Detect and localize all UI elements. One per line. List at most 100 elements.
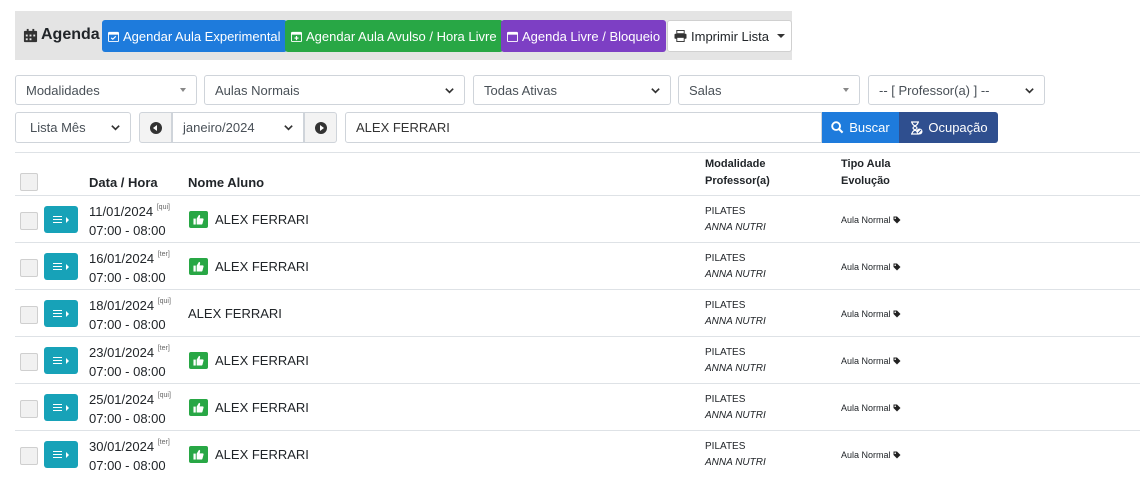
month-select[interactable]: janeiro/2024 bbox=[172, 112, 304, 143]
row-date: 30/01/2024 [ter] bbox=[89, 439, 170, 454]
row-class-type-text: Aula Normal bbox=[841, 309, 891, 319]
search-button[interactable]: Buscar bbox=[822, 112, 899, 143]
aulas-select[interactable]: Aulas Normais bbox=[204, 75, 465, 105]
row-actions-button[interactable] bbox=[44, 441, 78, 468]
row-time: 07:00 - 08:00 bbox=[89, 270, 166, 285]
chevron-down-icon bbox=[111, 125, 120, 131]
row-student-name[interactable]: ALEX FERRARI bbox=[215, 447, 309, 462]
chevron-down-icon bbox=[1025, 88, 1034, 94]
aulas-value: Aulas Normais bbox=[215, 82, 300, 98]
caret-right-icon bbox=[66, 451, 69, 458]
month-value: janeiro/2024 bbox=[183, 120, 255, 135]
menu-icon bbox=[53, 404, 62, 411]
row-class-type: Aula Normal bbox=[841, 450, 901, 460]
row-modalidade: PILATES bbox=[705, 441, 746, 452]
chevron-down-icon bbox=[445, 88, 454, 94]
table-row: 23/01/2024 [ter] 07:00 - 08:00 ALEX FERR… bbox=[15, 336, 1140, 383]
caret-right-icon bbox=[66, 216, 69, 223]
caret-right-icon bbox=[66, 310, 69, 317]
menu-icon bbox=[53, 357, 62, 364]
calendar-icon bbox=[23, 28, 38, 42]
row-date-text: 16/01/2024 bbox=[89, 251, 155, 266]
tag-icon bbox=[893, 404, 901, 412]
table-row: 30/01/2024 [ter] 07:00 - 08:00 ALEX FERR… bbox=[15, 430, 1140, 477]
table-row: 25/01/2024 [qui] 07:00 - 08:00 ALEX FERR… bbox=[15, 383, 1140, 430]
occupancy-button[interactable]: Ocupação bbox=[899, 112, 998, 143]
row-actions-button[interactable] bbox=[44, 300, 78, 327]
student-search-input[interactable] bbox=[345, 112, 822, 143]
row-student-name[interactable]: ALEX FERRARI bbox=[215, 259, 309, 274]
row-actions-button[interactable] bbox=[44, 253, 78, 280]
chevron-down-icon bbox=[284, 125, 293, 131]
free-schedule-block-label: Agenda Livre / Bloqueio bbox=[522, 28, 661, 44]
row-class-type-text: Aula Normal bbox=[841, 450, 891, 460]
print-list-dropdown[interactable]: Imprimir Lista bbox=[667, 20, 793, 52]
row-modalidade: PILATES bbox=[705, 347, 746, 358]
row-class-type: Aula Normal bbox=[841, 309, 901, 319]
menu-icon bbox=[53, 263, 62, 270]
row-weekday: [ter] bbox=[157, 345, 170, 352]
row-class-type-text: Aula Normal bbox=[841, 356, 891, 366]
free-schedule-block-button[interactable]: Agenda Livre / Bloqueio bbox=[501, 20, 667, 52]
table-top-border bbox=[15, 152, 1140, 153]
chevron-left-circle-icon bbox=[149, 121, 162, 134]
modalidades-value: Modalidades bbox=[26, 82, 100, 98]
row-class-type: Aula Normal bbox=[841, 403, 901, 413]
view-mode-select[interactable]: Lista Mês bbox=[15, 112, 131, 143]
row-time: 07:00 - 08:00 bbox=[89, 364, 166, 379]
column-header-name: Nome Aluno bbox=[188, 175, 265, 190]
row-checkbox[interactable] bbox=[20, 400, 38, 418]
select-all-checkbox[interactable] bbox=[20, 173, 38, 191]
row-class-type-text: Aula Normal bbox=[841, 215, 891, 225]
row-checkbox[interactable] bbox=[20, 447, 38, 465]
row-checkbox[interactable] bbox=[20, 212, 38, 230]
status-select[interactable]: Todas Ativas bbox=[473, 75, 671, 105]
row-student-name[interactable]: ALEX FERRARI bbox=[188, 306, 282, 321]
modalidades-select[interactable]: Modalidades bbox=[15, 75, 197, 105]
menu-icon bbox=[53, 216, 62, 223]
table-row: 18/01/2024 [qui] 07:00 - 08:00 ALEX FERR… bbox=[15, 289, 1140, 336]
chevron-right-circle-icon bbox=[314, 121, 327, 134]
row-date-text: 18/01/2024 bbox=[89, 298, 155, 313]
row-actions-button[interactable] bbox=[44, 347, 78, 374]
row-modalidade: PILATES bbox=[705, 394, 746, 405]
agenda-toolbar: Agenda Agendar Aula Experimental Agendar… bbox=[15, 11, 793, 60]
schedule-single-class-button[interactable]: Agendar Aula Avulso / Hora Livre bbox=[285, 20, 503, 52]
row-date: 18/01/2024 [qui] bbox=[89, 298, 171, 313]
thumbs-up-icon bbox=[189, 352, 208, 369]
row-date: 23/01/2024 [ter] bbox=[89, 345, 170, 360]
row-date: 16/01/2024 [ter] bbox=[89, 251, 170, 266]
calendar-check-icon bbox=[108, 31, 119, 42]
table-row: 11/01/2024 [qui] 07:00 - 08:00 ALEX FERR… bbox=[15, 195, 1140, 242]
row-date-text: 23/01/2024 bbox=[89, 345, 155, 360]
row-checkbox[interactable] bbox=[20, 353, 38, 371]
previous-month-button[interactable] bbox=[139, 112, 172, 143]
row-checkbox[interactable] bbox=[20, 259, 38, 277]
tag-icon bbox=[893, 451, 901, 459]
tag-icon bbox=[893, 263, 901, 271]
row-weekday: [qui] bbox=[157, 392, 171, 399]
search-icon bbox=[831, 121, 844, 134]
row-date-text: 11/01/2024 bbox=[89, 204, 154, 219]
row-professor: ANNA NUTRI bbox=[705, 222, 766, 233]
row-class-type: Aula Normal bbox=[841, 262, 901, 272]
next-month-button[interactable] bbox=[304, 112, 337, 143]
tag-icon bbox=[893, 310, 901, 318]
thumbs-up-icon bbox=[189, 446, 208, 463]
row-student-name[interactable]: ALEX FERRARI bbox=[215, 212, 309, 227]
professor-select[interactable]: -- [ Professor(a) ] -- bbox=[868, 75, 1045, 105]
row-student-name[interactable]: ALEX FERRARI bbox=[215, 400, 309, 415]
row-class-type-text: Aula Normal bbox=[841, 262, 891, 272]
row-actions-button[interactable] bbox=[44, 206, 78, 233]
row-professor: ANNA NUTRI bbox=[705, 410, 766, 421]
row-actions-button[interactable] bbox=[44, 394, 78, 421]
schedule-trial-class-button[interactable]: Agendar Aula Experimental bbox=[102, 20, 287, 52]
row-modalidade: PILATES bbox=[705, 300, 746, 311]
row-weekday: [qui] bbox=[156, 204, 170, 211]
thumbs-up-icon bbox=[189, 399, 208, 416]
row-checkbox[interactable] bbox=[20, 306, 38, 324]
row-professor: ANNA NUTRI bbox=[705, 363, 766, 374]
salas-select[interactable]: Salas bbox=[678, 75, 860, 105]
row-class-type: Aula Normal bbox=[841, 215, 901, 225]
row-student-name[interactable]: ALEX FERRARI bbox=[215, 353, 309, 368]
